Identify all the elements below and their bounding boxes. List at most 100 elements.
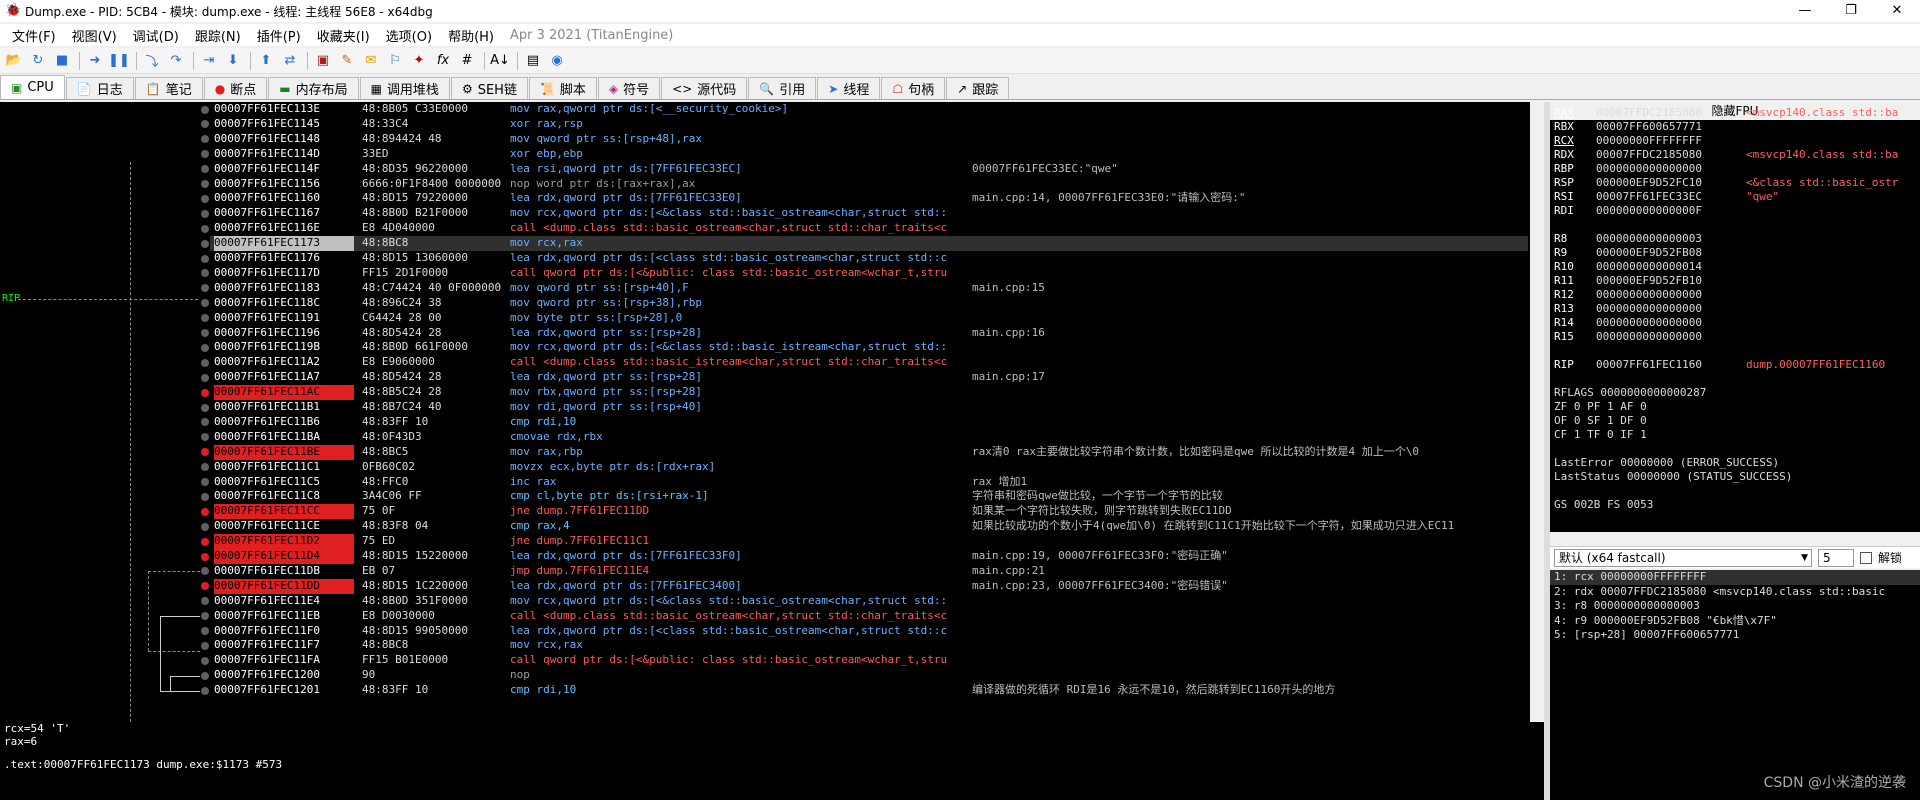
breakpoint-column[interactable] (200, 102, 210, 700)
register-value[interactable]: 000000EF9D52FB10 (1596, 274, 1746, 288)
close-button[interactable]: ✕ (1874, 0, 1920, 22)
disasm-row[interactable]: 00007FF61FEC11C1 0FB60C02 movzx ecx,byte p… (210, 460, 1528, 475)
trace-into-icon[interactable]: ⇥ (198, 51, 220, 71)
disasm-row[interactable]: 00007FF61FEC118C 48:896C24 38 mov qword pt… (210, 296, 1528, 311)
register-rcx[interactable]: RCX 00000000FFFFFFFF (1554, 134, 1746, 148)
register-rax[interactable]: RAX 00007FFDC2185080 <msvcp140.class std::… (1554, 106, 1898, 120)
step-over-icon[interactable]: ↷ (165, 51, 187, 71)
register-rip[interactable]: RIP 00007FF61FEC1160 dump.00007FF61FEC1160 (1554, 358, 1885, 372)
rflags-row[interactable]: RFLAGS 0000000000000287 (1554, 386, 1706, 400)
breakpoint-toggle[interactable] (201, 567, 209, 576)
disasm-row[interactable]: 00007FF61FEC1191 C64424 28 00 mov byte ptr… (210, 311, 1528, 326)
register-value[interactable]: 0000000000000003 (1596, 232, 1746, 246)
register-rdi[interactable]: RDI 000000000000000F (1554, 204, 1746, 218)
tab-script[interactable]: 📜 脚本 (528, 77, 597, 99)
breakpoint-toggle[interactable] (201, 627, 209, 635)
menu-plugins[interactable]: 插件(P) (249, 26, 309, 45)
font-icon[interactable]: A↓ (489, 51, 511, 71)
register-value[interactable]: 0000000000000000 (1596, 316, 1746, 330)
tab-threads[interactable]: ➤ 线程 (817, 77, 881, 99)
breakpoint-toggle[interactable] (201, 388, 209, 397)
breakpoint-toggle[interactable] (201, 597, 209, 606)
register-r9[interactable]: R9 000000EF9D52FB08 (1554, 246, 1746, 260)
register-value[interactable]: 0000000000000000 (1596, 330, 1746, 344)
breakpoint-toggle[interactable] (201, 463, 209, 472)
tab-handles[interactable]: ☖ 句柄 (881, 77, 946, 99)
breakpoint-toggle[interactable] (201, 433, 209, 442)
breakpoint-toggle[interactable] (201, 537, 209, 546)
flags-row[interactable]: OF 0 SF 1 DF 0 (1554, 414, 1647, 428)
globe-icon[interactable]: ◉ (546, 51, 568, 71)
disasm-vertical-scrollbar[interactable] (1530, 102, 1544, 722)
breakpoint-toggle[interactable] (201, 522, 209, 531)
register-r12[interactable]: R12 0000000000000000 (1554, 288, 1746, 302)
disasm-row[interactable]: 00007FF61FEC1160 48:8D15 79220000 lea rdx,… (210, 191, 1528, 206)
breakpoint-toggle[interactable] (201, 105, 209, 114)
disasm-row[interactable]: 00007FF61FEC1148 48:894424 48 mov qword pt… (210, 132, 1528, 147)
menu-view[interactable]: 视图(V) (64, 26, 125, 45)
register-r8[interactable]: R8 0000000000000003 (1554, 232, 1746, 246)
disasm-row[interactable]: 00007FF61FEC11E4 48:8B0D 351F0000 mov rcx,… (210, 594, 1528, 609)
tab-log[interactable]: 📄 日志 (65, 77, 134, 99)
arg-row[interactable]: 5: [rsp+28] 00007FF600657771 (1550, 628, 1920, 643)
trace-over-icon[interactable]: ⬇ (222, 51, 244, 71)
disasm-row[interactable]: 00007FF61FEC11A7 48:8D5424 28 lea rdx,qwor… (210, 370, 1528, 385)
breakpoint-toggle[interactable] (201, 269, 209, 278)
register-r13[interactable]: R13 0000000000000000 (1554, 302, 1746, 316)
breakpoint-toggle[interactable] (201, 686, 209, 695)
disasm-row[interactable]: 00007FF61FEC1156 6666:0F1F8400 0000000 nop… (210, 177, 1528, 192)
menu-favourites[interactable]: 收藏夹(I) (309, 26, 378, 45)
disasm-row[interactable]: 00007FF61FEC114D 33ED xor ebp,ebp (210, 147, 1528, 162)
label-icon[interactable]: ✉ (360, 51, 382, 71)
pause-icon[interactable]: ❚❚ (108, 51, 130, 71)
fx-icon[interactable]: fx (432, 51, 454, 71)
breakpoint-toggle[interactable] (201, 150, 209, 159)
lasterror-row[interactable]: LastError 00000000 (ERROR_SUCCESS) (1554, 456, 1779, 470)
disasm-row[interactable]: 00007FF61FEC1196 48:8D5424 28 lea rdx,qwor… (210, 326, 1528, 341)
breakpoint-toggle[interactable] (201, 299, 209, 308)
disasm-row[interactable]: 00007FF61FEC11F0 48:8D15 99050000 lea rdx,… (210, 624, 1528, 639)
register-value[interactable]: 00007FF61FEC33EC (1596, 190, 1746, 204)
arg-row[interactable]: 2: rdx 00007FFDC2185080 <msvcp140.class … (1550, 585, 1920, 600)
segment-row[interactable]: GS 002B FS 0053 (1554, 498, 1653, 512)
breakpoint-toggle[interactable] (201, 403, 209, 412)
breakpoint-toggle[interactable] (201, 239, 209, 248)
breakpoint-toggle[interactable] (201, 373, 209, 382)
disasm-row[interactable]: 00007FF61FEC11EB E8 D0030000 call <dump.cl… (210, 609, 1528, 624)
info-pane[interactable]: rcx=54 'T' rax=6 .text:00007FF61FEC1173 … (0, 722, 1544, 800)
disasm-row[interactable]: 00007FF61FEC1183 48:C74424 40 0F000000 mov… (210, 281, 1528, 296)
flags-row[interactable]: ZF 0 PF 1 AF 0 (1554, 400, 1647, 414)
disasm-row[interactable]: 00007FF61FEC114F 48:8D35 96220000 lea rsi,… (210, 162, 1528, 177)
register-value[interactable]: 000000EF9D52FB08 (1596, 246, 1746, 260)
execute-till-return-icon[interactable]: ⬆ (255, 51, 277, 71)
register-r15[interactable]: R15 0000000000000000 (1554, 330, 1746, 344)
maximize-button[interactable]: ❐ (1828, 0, 1874, 22)
tab-source[interactable]: <> 源代码 (661, 77, 748, 99)
registers-pane[interactable]: 隐藏FPU RAX 00007FFDC2185080 <msvcp140.class… (1550, 102, 1920, 532)
disasm-row[interactable]: 00007FF61FEC11A2 E8 E9060000 call <dump.cl… (210, 355, 1528, 370)
register-r11[interactable]: R11 000000EF9D52FB10 (1554, 274, 1746, 288)
register-value[interactable]: 0000000000000000 (1596, 162, 1746, 176)
run-icon[interactable]: ➜ (84, 51, 106, 71)
arguments-pane[interactable]: 1: rcx 00000000FFFFFFFF 2: rdx 00007FFDC… (1550, 570, 1920, 800)
disasm-row[interactable]: 00007FF61FEC117D FF15 2D1F0000 call qword … (210, 266, 1528, 281)
disasm-row[interactable]: 00007FF61FEC116E E8 4D040000 call <dump.cl… (210, 221, 1528, 236)
register-rdx[interactable]: RDX 00007FFDC2185080 <msvcp140.class std::… (1554, 148, 1898, 162)
disasm-row[interactable]: 00007FF61FEC11FA FF15 B01E0000 call qword … (210, 653, 1528, 668)
hash-icon[interactable]: # (456, 51, 478, 71)
register-value[interactable]: 0000000000000014 (1596, 260, 1746, 274)
tab-symbols[interactable]: ◈ 符号 (597, 77, 661, 99)
breakpoint-toggle[interactable] (201, 582, 209, 591)
disasm-row[interactable]: 00007FF61FEC11DB EB 07 jmp dump.7FF61FEC11… (210, 564, 1528, 579)
breakpoint-toggle[interactable] (201, 165, 209, 174)
disasm-row[interactable]: 00007FF61FEC1167 48:8B0D B21F0000 mov rcx,… (210, 206, 1528, 221)
tab-seh-chain[interactable]: ⚙ SEH链 (450, 77, 528, 99)
bookmark-icon[interactable]: ⚐ (384, 51, 406, 71)
patch-icon[interactable]: ▣ (312, 51, 334, 71)
breakpoint-toggle[interactable] (201, 656, 209, 665)
laststatus-row[interactable]: LastStatus 00000000 (STATUS_SUCCESS) (1554, 470, 1792, 484)
disasm-row[interactable]: 00007FF61FEC11BE 48:8BC5 mov rax,rbp rax清0 … (210, 444, 1528, 460)
disasm-row[interactable]: 00007FF61FEC11B1 48:8B7C24 40 mov rdi,qwor… (210, 400, 1528, 415)
disasm-row[interactable]: 00007FF61FEC11D4 48:8D15 15220000 lea rdx,… (210, 549, 1528, 564)
disasm-row[interactable]: 00007FF61FEC1173 48:8BC8 mov rcx,rax (210, 236, 1528, 251)
